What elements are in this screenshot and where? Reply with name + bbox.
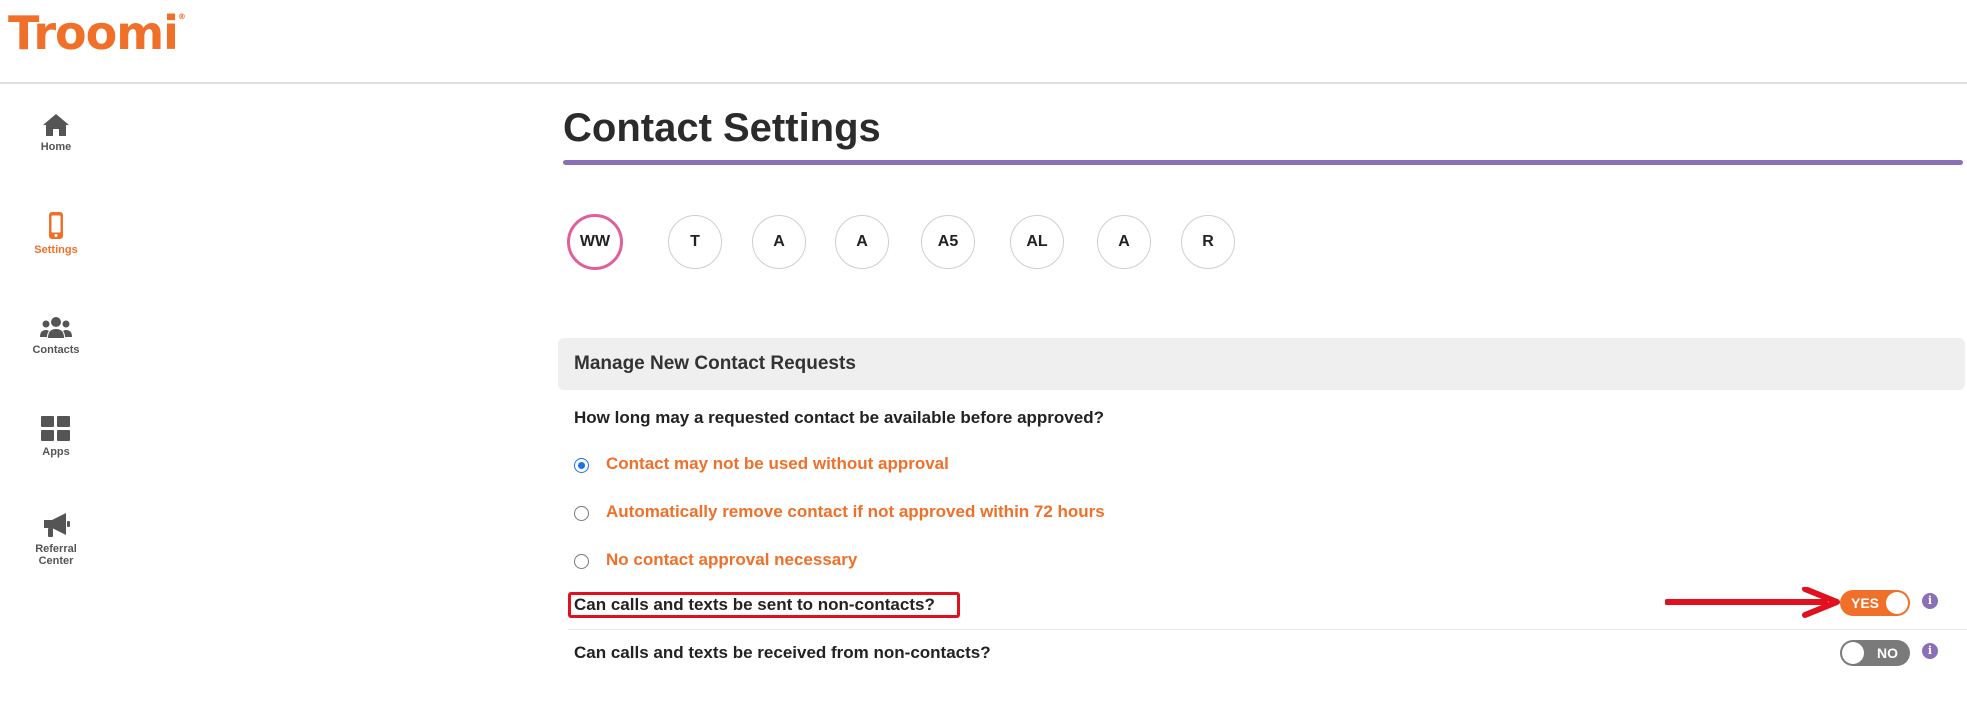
profile-avatar-ww[interactable]: WW [567,214,623,270]
section-title: Manage New Contact Requests [574,353,856,374]
profile-avatar-al[interactable]: AL [1010,215,1064,269]
send-to-non-contacts-question: Can calls and texts be sent to non-conta… [574,595,935,614]
toggle-state-label: NO [1877,645,1898,661]
info-icon[interactable]: i [1922,643,1938,659]
receive-from-non-contacts-toggle[interactable]: NO [1840,640,1910,666]
page-title: Contact Settings [563,106,881,150]
section-header: Manage New Contact Requests [558,338,1965,390]
sidebar-label-apps: Apps [42,446,70,458]
people-icon [40,317,72,338]
send-to-non-contacts-toggle[interactable]: YES [1840,590,1910,616]
profile-avatar-a5[interactable]: A5 [921,215,975,269]
sidebar-label-referral: Referral [35,543,77,555]
sidebar-label-home: Home [40,141,72,153]
red-arrow-annotation [1665,587,1840,618]
sidebar-item-contacts[interactable]: Contacts [0,315,112,356]
sidebar-item-settings[interactable]: Settings [0,211,112,256]
toggle-state-label: YES [1851,595,1880,611]
profile-avatar-r[interactable]: R [1181,215,1235,269]
profile-avatar-t[interactable]: T [668,215,722,269]
registered-mark: ® [177,12,186,21]
sidebar-item-apps[interactable]: Apps [0,415,112,458]
grid-icon [41,416,70,441]
sidebar-label-center: Center [38,555,74,567]
toggle-knob [1842,642,1864,664]
megaphone-icon [44,513,70,537]
radio-button[interactable] [574,506,589,521]
sidebar-item-referral-center[interactable]: Referral Center [0,510,112,567]
radio-label: No contact approval necessary [606,550,858,569]
receive-from-non-contacts-question: Can calls and texts be received from non… [574,643,991,662]
radio-label: Contact may not be used without approval [606,454,949,473]
top-bar: Troomi® [0,0,1967,84]
row-divider [568,629,1967,630]
phone-icon [49,212,63,239]
toggle-knob [1886,592,1908,614]
info-icon[interactable]: i [1922,593,1938,609]
troomi-logo[interactable]: Troomi® [8,6,186,60]
sidebar-label-settings: Settings [34,244,78,256]
profile-avatar-a-2[interactable]: A [835,215,889,269]
profile-avatar-a-1[interactable]: A [752,215,806,269]
sidebar-item-home[interactable]: Home [0,112,112,153]
radio-button-checked[interactable] [574,458,589,473]
approval-question: How long may a requested contact be avai… [574,408,1104,427]
radio-button[interactable] [574,554,589,569]
radio-label: Automatically remove contact if not appr… [606,502,1105,521]
profile-avatar-a-3[interactable]: A [1097,215,1151,269]
logo-text: Troomi [8,6,179,60]
title-underline [563,160,1963,165]
home-icon [43,114,69,136]
sidebar-label-contacts: Contacts [32,344,80,356]
